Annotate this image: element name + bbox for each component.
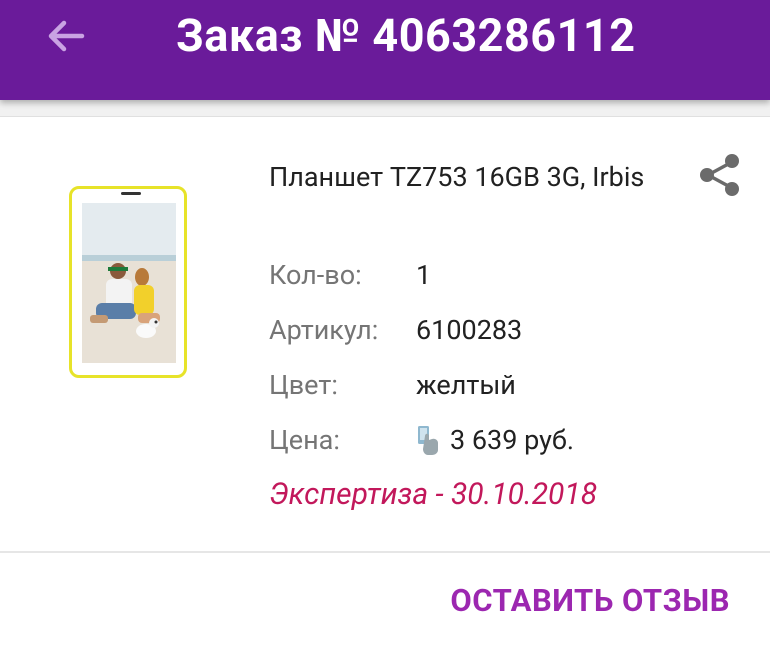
expertise-status: Экспертиза - 30.10.2018 <box>269 477 598 512</box>
price-value: 3 639 руб. <box>450 424 574 456</box>
product-image[interactable] <box>69 186 187 378</box>
divider <box>0 551 770 553</box>
detail-label: Цена: <box>269 424 340 456</box>
tablet-speaker <box>121 192 141 195</box>
detail-label: Артикул: <box>269 314 379 346</box>
detail-value: 6100283 <box>416 314 523 346</box>
share-button[interactable] <box>690 147 750 203</box>
detail-label: Кол-во: <box>269 259 362 291</box>
leave-review-button[interactable]: ОСТАВИТЬ ОТЗЫВ <box>450 577 730 625</box>
card-payment-icon <box>418 426 438 455</box>
order-item-card: Планшет TZ753 16GB 3G, Irbis Кол-во: 1 А… <box>0 117 770 656</box>
section-gap <box>0 100 770 117</box>
detail-label: Цвет: <box>269 369 338 401</box>
page-title: Заказ № 4063286112 <box>176 9 636 62</box>
back-button[interactable] <box>30 8 102 64</box>
app-bar: Заказ № 4063286112 <box>0 0 770 100</box>
product-name[interactable]: Планшет TZ753 16GB 3G, Irbis <box>269 159 669 196</box>
tablet-screen <box>82 203 176 363</box>
detail-value-price: 3 639 руб. <box>416 420 574 460</box>
beach-photo <box>82 203 176 363</box>
detail-value: желтый <box>416 369 516 401</box>
arrow-left-icon <box>48 20 85 52</box>
detail-value: 1 <box>416 259 432 291</box>
share-icon <box>700 154 739 196</box>
